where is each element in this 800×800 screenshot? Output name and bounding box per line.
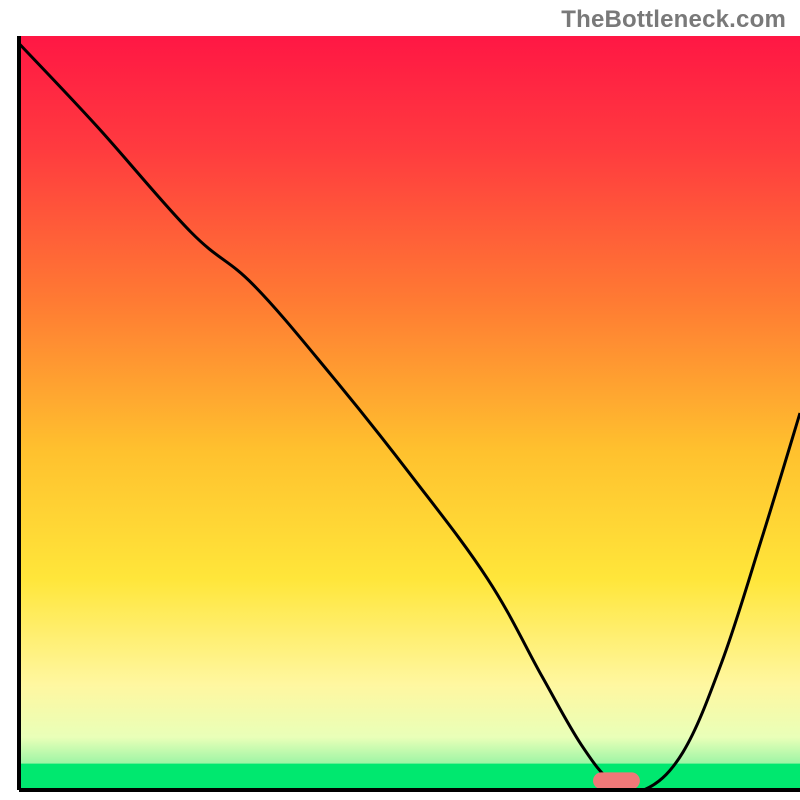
plot-background (19, 36, 800, 790)
watermark-text: TheBottleneck.com (561, 6, 786, 34)
green-floor-band (19, 764, 800, 790)
recommended-marker (593, 772, 640, 789)
bottleneck-chart (0, 0, 800, 800)
